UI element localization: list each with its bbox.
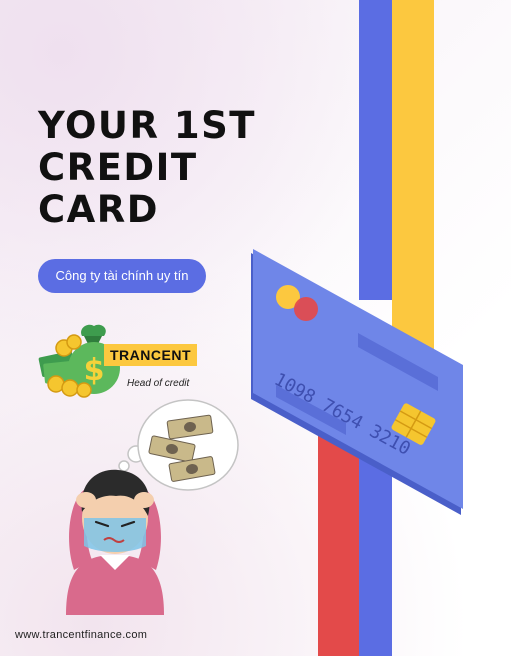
brand-name-label: TRANCENT bbox=[104, 344, 197, 366]
headline-line-2: CREDIT bbox=[38, 146, 198, 189]
credit-card-icon: 1098 7654 3210 bbox=[251, 249, 463, 515]
worried-person-illustration bbox=[66, 469, 164, 615]
company-tagline-pill: Công ty tài chính uy tín bbox=[38, 259, 206, 293]
headline-line-3: CARD bbox=[38, 188, 159, 231]
headline-line-1: YOUR 1ST bbox=[38, 104, 256, 147]
website-url[interactable]: www.trancentfinance.com bbox=[15, 629, 147, 641]
brand-role-text: Head of credit bbox=[127, 378, 190, 389]
headline: YOUR 1ST CREDIT CARD bbox=[38, 105, 256, 231]
